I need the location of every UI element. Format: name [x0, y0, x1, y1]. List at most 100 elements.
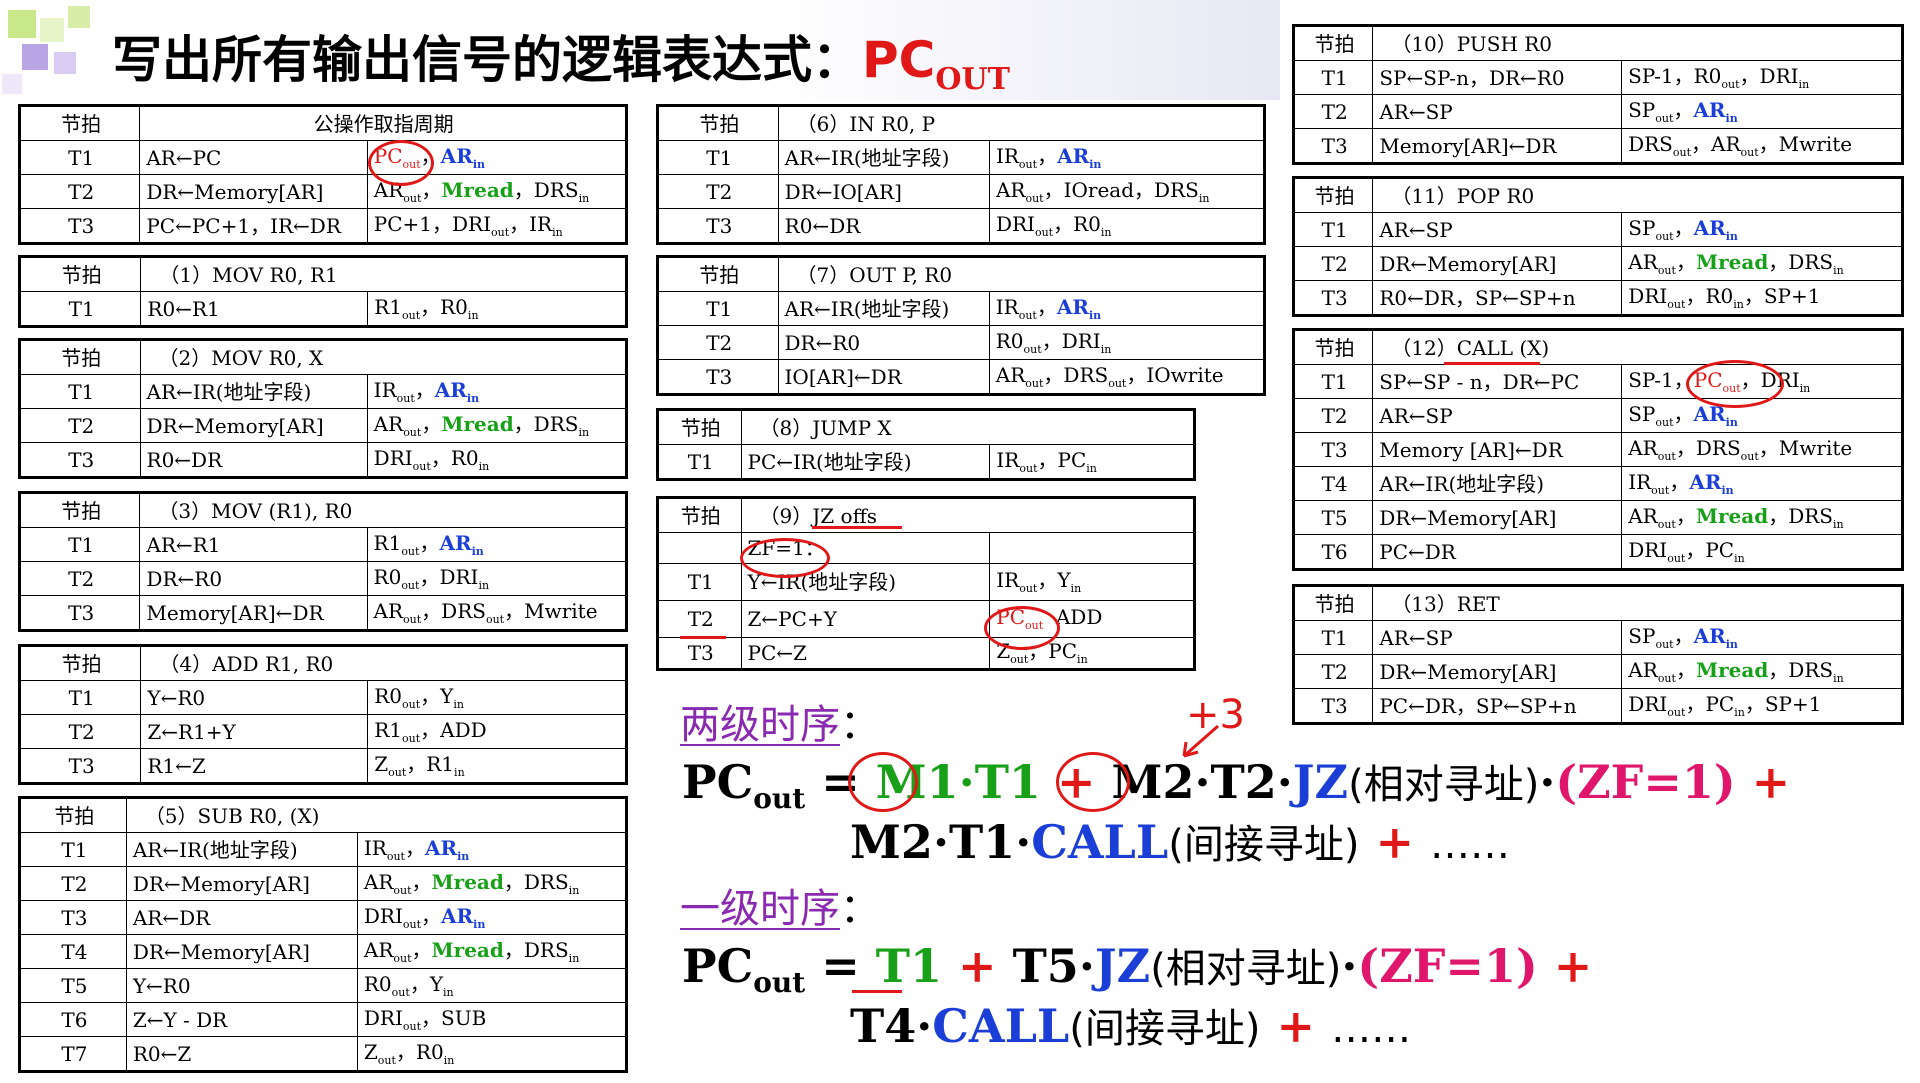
cell-operation: R0←DR	[139, 442, 368, 478]
cell-signals: Zout，R0in	[356, 1036, 628, 1072]
header-beat: 节拍	[18, 492, 141, 528]
cell-operation: IO[AR]←DR	[777, 359, 990, 395]
table-fetch: 节拍 公操作取指周期 T1 AR←PC PCout，ARin T2 DR←Memory[AR…	[18, 104, 628, 245]
cell-operation: R0←Z	[125, 1036, 358, 1072]
table-header-row: 节拍 （6）IN R0, P	[657, 105, 1266, 141]
table-row: T7 R0←Z Zout，R0in	[19, 1036, 628, 1072]
cell-operation: SP←SP - n，DR←PC	[1372, 364, 1623, 399]
cell-beat: T3	[1292, 128, 1374, 164]
cell-signals: SPout，ARin	[1621, 212, 1903, 247]
cell-beat: T1	[18, 527, 141, 562]
cell-signals: DRIout，SUB	[356, 1002, 628, 1037]
table-row: T3 Memory[AR]←DR DRSout，ARout，Mwrite	[1292, 128, 1903, 164]
table-row: T1 AR←PC PCout，ARin	[18, 140, 628, 175]
deco-square	[40, 18, 64, 42]
cell-operation: AR←IR(地址字段)	[777, 291, 990, 326]
cell-beat: T1	[657, 563, 742, 601]
table-header-row: 节拍 （11）POP R0	[1292, 177, 1903, 213]
table-header-row: 节拍 （7）OUT P, R0	[657, 256, 1266, 292]
header-beat: 节拍	[19, 797, 127, 833]
table-row: T1 AR←R1 R1out，ARin	[18, 527, 628, 562]
table-header-row: 节拍 （2）MOV R0, X	[19, 339, 628, 375]
cell-operation: R0←R1	[140, 291, 369, 327]
header-beat: 节拍	[18, 256, 142, 292]
cell-signals: DRSout，ARout，Mwrite	[1621, 128, 1903, 164]
cell-operation: Y←IR(地址字段)	[740, 563, 991, 601]
cell-signals: SP-1，PCout，DRIin	[1621, 364, 1903, 399]
cell-operation: AR←IR(地址字段)	[1372, 466, 1623, 501]
cell-operation: DR←R0	[777, 325, 990, 360]
table-header-row: 节拍 （9）JZ offs	[657, 497, 1196, 533]
table-t10: 节拍 （10）PUSH R0 T1 SP←SP-n，DR←R0 SP-1，R0out，D…	[1292, 24, 1904, 165]
underline-t1	[852, 990, 902, 993]
cell-operation: Z←PC+Y	[740, 600, 991, 638]
table-t11: 节拍 （11）POP R0 T1 AR←SP SPout，ARin T2 DR←Memory…	[1292, 176, 1904, 317]
table-header-row: 节拍 （5）SUB R0, (X)	[19, 797, 628, 833]
cell-signals: PCout ADD	[989, 600, 1195, 638]
table-row: T2 DR←Memory[AR] ARout，Mread，DRSin	[18, 174, 628, 209]
table-row: T1 AR←IR(地址字段) IRout，ARin	[657, 291, 1266, 326]
term-t1: T1	[974, 755, 1041, 809]
header-instruction: （2）MOV R0, X	[139, 339, 628, 375]
cell-beat: T2	[657, 174, 779, 209]
cell-beat: T1	[657, 291, 779, 326]
table-t1: 节拍 （1）MOV R0, R1 T1 R0←R1 R1out，R0in	[18, 255, 628, 328]
cell-beat: T1	[18, 140, 141, 175]
header-beat: 节拍	[1292, 585, 1374, 621]
table-row: T2 Z←PC+Y PCout ADD	[657, 600, 1195, 638]
table-row: T2 Z←R1+Y R1out，ADD	[18, 714, 627, 749]
formula-two-level-line2: M2·T1·CALL(间接寻址) + ……	[850, 815, 1511, 869]
cell-signals: IRout，PCin	[989, 444, 1195, 480]
cell-operation: AR←PC	[139, 140, 368, 175]
table-row: T3 R0←DR，SP←SP+n DRIout，R0in，SP+1	[1292, 280, 1903, 316]
cell-signals: ARout，DRSout，Mwrite	[1621, 432, 1903, 467]
table-row: T1 AR←SP SPout，ARin	[1292, 620, 1903, 655]
table-row: T3 R1←Z Zout，R1in	[18, 748, 627, 784]
table-row: T1 AR←IR(地址字段) IRout，ARin	[19, 832, 628, 867]
cell-beat: T2	[18, 561, 141, 596]
table-row: T4 AR←IR(地址字段) IRout，ARin	[1292, 466, 1903, 501]
underline-jz-t2	[680, 636, 726, 639]
header-beat: 节拍	[1292, 177, 1374, 213]
cell-operation: AR←IR(地址字段)	[777, 140, 990, 175]
cell-signals: R0out，Yin	[367, 680, 627, 715]
cell-beat: T2	[18, 174, 141, 209]
header-beat: 节拍	[18, 645, 142, 681]
table-row: T1 Y←IR(地址字段) IRout，Yin	[657, 563, 1195, 601]
deco-square	[22, 44, 48, 70]
deco-square	[2, 74, 22, 94]
cell-operation: PC←DR	[1372, 534, 1623, 570]
cell-beat: T2	[19, 866, 127, 901]
cell-signals: PC+1，DRIout，IRin	[366, 208, 628, 244]
table-t4: 节拍 （4）ADD R1, R0 T1 Y←R0 R0out，Yin T2 Z←R1+Y R1…	[18, 644, 628, 785]
cell-operation: AR←SP	[1372, 620, 1623, 655]
table-row: T2 DR←Memory[AR] ARout，Mread，DRSin	[1292, 246, 1903, 281]
cell-signals	[989, 532, 1195, 564]
cell-signals: ARout，DRSout，IOwrite	[988, 359, 1266, 395]
cell-signals: R0out，DRIin	[366, 561, 628, 596]
cell-beat: T3	[18, 208, 141, 244]
header-beat: 节拍	[657, 409, 742, 445]
deco-square	[8, 10, 36, 38]
table-t6: 节拍 （6）IN R0, P T1 AR←IR(地址字段) IRout，ARin T2 DR…	[656, 104, 1266, 245]
table-row: T3 PC←DR，SP←SP+n DRIout，PCin，SP+1	[1292, 688, 1903, 724]
cell-beat: T3	[1292, 688, 1374, 724]
table-row: T6 PC←DR DRIout，PCin	[1292, 534, 1903, 570]
section-one-level: 一级时序：	[680, 886, 880, 932]
cell-beat: T6	[19, 1002, 127, 1037]
table-row: T2 DR←R0 R0out，DRIin	[657, 325, 1266, 360]
header-instruction: （6）IN R0, P	[777, 105, 1266, 141]
cell-beat: T7	[19, 1036, 127, 1072]
cell-beat: T4	[1292, 466, 1374, 501]
table-row: T3 PC←PC+1，IR←DR PC+1，DRIout，IRin	[18, 208, 628, 244]
table-header-row: 节拍 （3）MOV (R1), R0	[18, 492, 627, 528]
cell-operation: DR←Memory[AR]	[139, 174, 368, 209]
cell-beat: T1	[18, 291, 142, 327]
table-header-row: 节拍 （12）CALL (X)	[1292, 329, 1903, 365]
slide: 写出所有输出信号的逻辑表达式：PCOUT 节拍 公操作取指周期 T1 AR←PC PCo…	[0, 0, 1920, 1083]
cell-signals: DRIout，R0in	[988, 208, 1266, 244]
cell-beat: T5	[19, 968, 127, 1003]
term-m2: M2	[1111, 755, 1195, 809]
cell-signals: DRIout，PCin	[1621, 534, 1903, 570]
header-instruction: （4）ADD R1, R0	[140, 645, 627, 681]
